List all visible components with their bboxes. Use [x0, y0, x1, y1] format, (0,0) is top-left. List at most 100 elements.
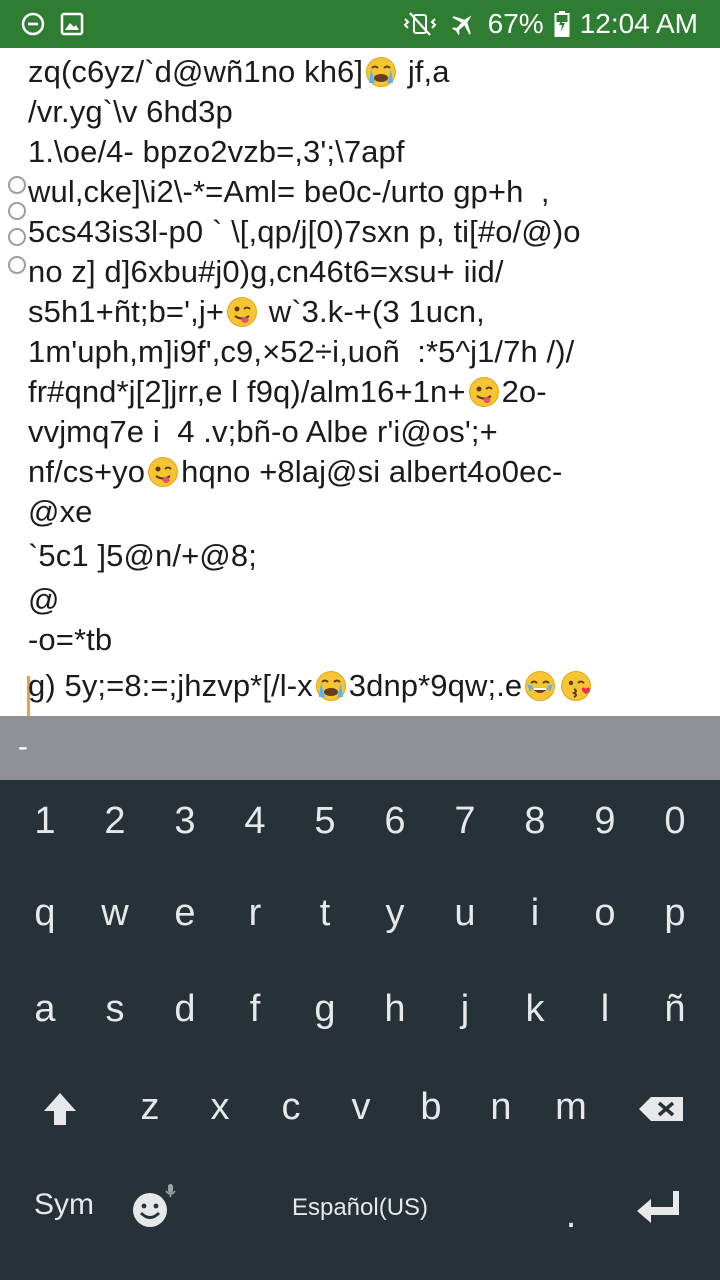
editor-text-line: wul,cke]\i2\-*=Aml= be0c-/urto gp+h , [28, 172, 550, 212]
line-text: zq(c6yz/`d@wñ1no kh6] [28, 54, 364, 89]
key-h[interactable]: h [360, 964, 430, 1054]
line-text-tail: hqno +8laj@si albert4o0ec- [181, 454, 563, 489]
shift-arrow-icon [44, 1092, 76, 1125]
key-k[interactable]: k [500, 964, 570, 1054]
key-9[interactable]: 9 [570, 776, 640, 866]
line-text: 1.\oe/4- bpzo2vzb=,3';\7apf [28, 134, 405, 169]
key-v[interactable]: v [326, 1062, 396, 1152]
airplane-icon [448, 9, 478, 39]
key-t[interactable]: t [290, 868, 360, 958]
enter-key[interactable] [618, 1160, 698, 1250]
backspace-icon [639, 1096, 683, 1121]
sym-key[interactable]: Sym [14, 1160, 114, 1250]
line-text-tail: jf,a [399, 54, 450, 89]
crying-emoji [366, 57, 397, 87]
editor-text-line: vvjmq7e i 4 .v;bñ-o Albe r'i@os';+ [28, 412, 498, 452]
battery-percent: 67% [487, 8, 544, 39]
line-text-tail: 3dnp*9qw;.e [348, 668, 523, 703]
key-ñ[interactable]: ñ [640, 964, 710, 1054]
key-7[interactable]: 7 [430, 776, 500, 866]
line-text-tail: 2o- [501, 374, 547, 409]
key-c[interactable]: c [256, 1062, 326, 1152]
line-text: /vr.yg`\v 6hd3p [28, 94, 233, 129]
status-bar: 67% 12:04 AM [0, 0, 720, 48]
key-d[interactable]: d [150, 964, 220, 1054]
key-o[interactable]: o [570, 868, 640, 958]
line-text-tail: w`3.k-+(3 1ucn, [260, 294, 485, 329]
key-x[interactable]: x [185, 1062, 255, 1152]
line-text: g) 5y;=8:=;jhzvp*[/l-x [28, 668, 313, 703]
editor-text-line: `5c1 ]5@n/+@8; [28, 536, 257, 576]
line-text: nf/cs+yo [28, 454, 146, 489]
line-text: vvjmq7e i 4 .v;bñ-o Albe r'i@os';+ [28, 414, 498, 449]
selection-handle[interactable] [8, 176, 26, 194]
selection-handle[interactable] [8, 256, 26, 274]
line-text: wul,cke]\i2\-*=Aml= be0c-/urto gp+h , [28, 174, 550, 209]
key-a[interactable]: a [10, 964, 80, 1054]
editor-text-line: /vr.yg`\v 6hd3p [28, 92, 233, 132]
enter-icon [637, 1190, 679, 1223]
key-0[interactable]: 0 [640, 776, 710, 866]
line-text: -o=*tb [28, 622, 113, 657]
editor-text-line: zq(c6yz/`d@wñ1no kh6] jf,a [28, 52, 450, 92]
key-e[interactable]: e [150, 868, 220, 958]
joy-emoji [525, 671, 556, 701]
key-r[interactable]: r [220, 868, 290, 958]
key-1[interactable]: 1 [10, 776, 80, 866]
key-s[interactable]: s [80, 964, 150, 1054]
smiley-icon [133, 1183, 176, 1227]
line-text: 1m'uph,m]i9f',c9,×52÷i,uoñ :*5^j1/7h /)/ [28, 334, 575, 369]
microphone-icon [165, 1183, 176, 1197]
key-8[interactable]: 8 [500, 776, 570, 866]
winking-tongue-emoji [227, 297, 258, 327]
vibrate-mute-icon [402, 10, 438, 38]
key-g[interactable]: g [290, 964, 360, 1054]
period-key[interactable]: . [536, 1170, 606, 1260]
key-z[interactable]: z [115, 1062, 185, 1152]
key-p[interactable]: p [640, 868, 710, 958]
line-text: `5c1 ]5@n/+@8; [28, 538, 257, 573]
key-u[interactable]: u [430, 868, 500, 958]
key-f[interactable]: f [220, 964, 290, 1054]
key-l[interactable]: l [570, 964, 640, 1054]
shift-key[interactable] [25, 1062, 95, 1152]
key-4[interactable]: 4 [220, 776, 290, 866]
selection-handle[interactable] [8, 202, 26, 220]
emoji-key[interactable] [118, 1160, 188, 1250]
key-5[interactable]: 5 [290, 776, 360, 866]
key-n[interactable]: n [466, 1062, 536, 1152]
editor-text-line: no z] d]6xbu#j0)g,cn46t6=xsu+ iid/ [28, 252, 504, 292]
key-6[interactable]: 6 [360, 776, 430, 866]
line-text: @xe [28, 494, 93, 529]
suggestion-word[interactable]: - [18, 730, 28, 764]
image-icon [60, 12, 84, 36]
key-j[interactable]: j [430, 964, 500, 1054]
editor-text-line: 1m'uph,m]i9f',c9,×52÷i,uoñ :*5^j1/7h /)/ [28, 332, 574, 372]
key-w[interactable]: w [80, 868, 150, 958]
key-i[interactable]: i [500, 868, 570, 958]
clock: 12:04 AM [579, 8, 698, 39]
line-text: s5h1+ñt;b=',j+ [28, 294, 225, 329]
selection-handle[interactable] [8, 228, 26, 246]
editor-text-line: s5h1+ñt;b=',j+ w`3.k-+(3 1ucn, [28, 292, 485, 332]
battery-icon [554, 10, 570, 38]
line-text: @ [28, 582, 60, 617]
key-q[interactable]: q [10, 868, 80, 958]
crying-emoji [315, 671, 346, 701]
suggestion-strip: - [0, 716, 720, 780]
editor-text-line: -o=*tb [28, 620, 112, 660]
editor-text-line: 1.\oe/4- bpzo2vzb=,3';\7apf [28, 132, 405, 172]
key-3[interactable]: 3 [150, 776, 220, 866]
winking-tongue-emoji [468, 377, 499, 407]
kiss-emoji [561, 671, 592, 701]
key-2[interactable]: 2 [80, 776, 150, 866]
key-y[interactable]: y [360, 868, 430, 958]
editor-text-line: @ [28, 580, 60, 620]
editor-text-line: @xe [28, 492, 93, 532]
editor-text-line: nf/cs+yo hqno +8laj@si albert4o0ec- [28, 452, 562, 492]
backspace-key[interactable] [626, 1062, 696, 1152]
key-m[interactable]: m [536, 1062, 606, 1152]
key-b[interactable]: b [396, 1062, 466, 1152]
text-editor[interactable]: zq(c6yz/`d@wñ1no kh6] jf,a/vr.yg`\v 6hd3… [0, 48, 720, 716]
space-bar[interactable]: Español(US) [260, 1190, 460, 1226]
